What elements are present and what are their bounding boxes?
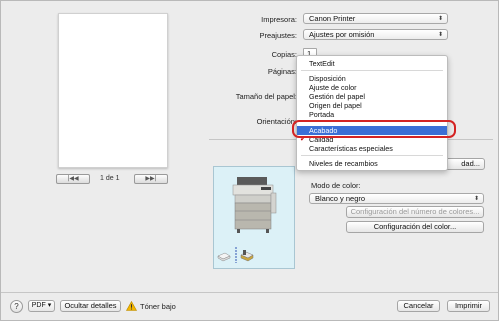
- bottom-divider: [1, 292, 498, 293]
- pages-label: Páginas:: [267, 67, 297, 76]
- menu-item-label: TextEdit: [309, 59, 335, 68]
- multifunction-printer-icon: [232, 177, 277, 233]
- hide-details-button[interactable]: Ocultar detalles: [60, 300, 121, 312]
- printer-value: Canon Printer: [309, 14, 356, 23]
- print-label: Imprimir: [454, 301, 483, 310]
- help-icon: ?: [14, 302, 19, 311]
- menu-item-niveles-recambios[interactable]: Niveles de recambios: [297, 159, 447, 168]
- help-button[interactable]: ?: [10, 300, 23, 313]
- toner-low-label: Tóner bajo: [140, 302, 176, 311]
- color-number-config-label: Configuración del número de colores...: [350, 207, 480, 216]
- menu-item-textedit[interactable]: TextEdit: [297, 59, 447, 68]
- print-button[interactable]: Imprimir: [447, 300, 490, 312]
- first-page-icon: |◀◀: [67, 175, 79, 182]
- finishing-tray-icon: [240, 250, 254, 262]
- orientation-label: Orientación:: [256, 117, 297, 126]
- popup-arrows-icon: ⬍: [437, 15, 443, 22]
- annotation-highlight: [292, 120, 456, 138]
- menu-item-label: Características especiales: [309, 144, 393, 153]
- menu-item-label: Disposición: [309, 74, 346, 83]
- menu-item-label: Gestión del papel: [309, 92, 365, 101]
- last-page-icon: ▶▶|: [145, 175, 157, 182]
- menu-item-gestion-papel[interactable]: Gestión del papel: [297, 92, 447, 101]
- page-indicator: 1 de 1: [100, 175, 120, 182]
- quality-partial-label: dad...: [461, 159, 480, 168]
- printer-select[interactable]: Canon Printer ⬍: [303, 13, 448, 24]
- menu-item-ajuste-color[interactable]: Ajuste de color: [297, 83, 447, 92]
- menu-item-origen-papel[interactable]: Origen del papel: [297, 101, 447, 110]
- color-number-config-button[interactable]: Configuración del número de colores...: [346, 206, 484, 218]
- presets-label: Preajustes:: [259, 31, 297, 40]
- hide-details-label: Ocultar detalles: [64, 301, 117, 310]
- menu-item-portada[interactable]: Portada: [297, 110, 447, 119]
- menu-item-disposicion[interactable]: Disposición: [297, 74, 447, 83]
- menu-item-caracteristicas[interactable]: Características especiales: [297, 144, 447, 153]
- paper-size-label: Tamaño del papel:: [235, 92, 297, 101]
- page-navigator: |◀◀ 1 de 1 ▶▶|: [56, 174, 168, 186]
- dimension-marker-icon: [235, 247, 237, 263]
- cancel-button[interactable]: Cancelar: [397, 300, 440, 312]
- menu-separator: [301, 70, 443, 71]
- color-config-label: Configuración del color...: [373, 222, 457, 231]
- pdf-menu-button[interactable]: PDF ▾: [28, 300, 55, 312]
- presets-value: Ajustes por omisión: [309, 30, 375, 39]
- popup-arrows-icon: ⬍: [437, 31, 443, 38]
- cancel-label: Cancelar: [403, 301, 434, 310]
- pdf-label: PDF ▾: [31, 302, 52, 309]
- paper-stack-icon: [217, 252, 231, 262]
- color-mode-label: Modo de color:: [311, 181, 361, 190]
- menu-item-label: Ajuste de color: [309, 83, 357, 92]
- panel-select-menu: TextEdit Disposición Ajuste de color Ges…: [296, 55, 448, 171]
- next-last-page-button[interactable]: ▶▶|: [134, 174, 168, 184]
- menu-item-label: Niveles de recambios: [309, 159, 378, 168]
- menu-item-label: Origen del papel: [309, 101, 362, 110]
- printer-image-panel: [213, 166, 295, 269]
- menu-separator: [301, 155, 443, 156]
- warning-icon: [126, 301, 137, 311]
- color-mode-select[interactable]: Blanco y negro ⬍: [309, 193, 484, 204]
- copies-label: Copias:: [271, 50, 297, 59]
- print-dialog: |◀◀ 1 de 1 ▶▶| Impresora: Canon Printer …: [0, 0, 499, 321]
- color-config-button[interactable]: Configuración del color...: [346, 221, 484, 233]
- presets-select[interactable]: Ajustes por omisión ⬍: [303, 29, 448, 40]
- popup-arrows-icon: ⬍: [473, 195, 479, 202]
- first-prev-page-button[interactable]: |◀◀: [56, 174, 90, 184]
- printer-label: Impresora:: [261, 15, 297, 24]
- page-preview: [58, 13, 168, 168]
- color-mode-value: Blanco y negro: [315, 194, 366, 203]
- menu-item-label: Portada: [309, 110, 335, 119]
